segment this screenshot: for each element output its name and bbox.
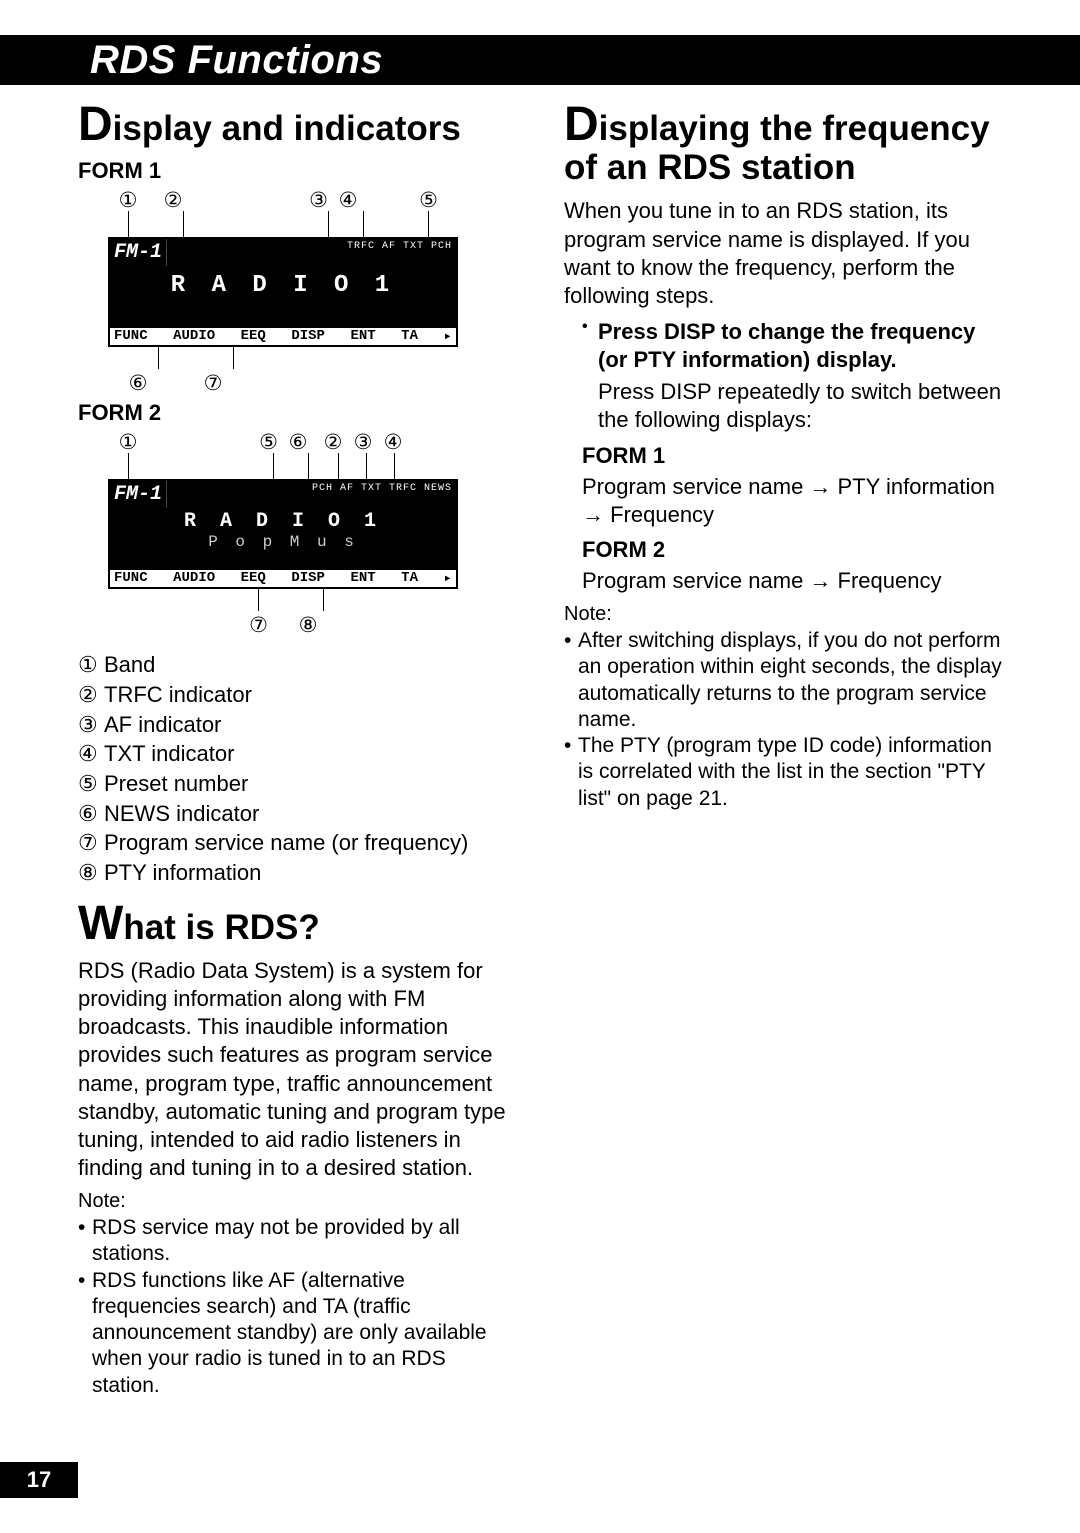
heading-displaying-frequency: Displaying the frequency of an RDS stati… [564,109,1002,187]
callout: ⑧ [278,615,338,636]
form1-label: FORM 1 [78,158,516,184]
lcd-bot: ▸ [443,570,451,587]
note-item: After switching displays, if you do not … [578,628,1002,733]
heading-what-is-rds: What is RDS? [78,908,516,947]
form2-sequence: Program service name → Frequency [582,567,1002,595]
what-is-rds-body: RDS (Radio Data System) is a system for … [78,957,516,1182]
note-item: RDS functions like AF (alternative frequ… [92,1268,516,1399]
lcd-bot: AUDIO [173,328,215,345]
lcd-bot: EEQ [241,328,266,345]
lcd-bot: TA [401,570,418,587]
heading-display-indicators: Display and indicators [78,109,516,148]
callout: ⑥ [108,373,168,394]
form1-diagram: ① ② ③ ④ ⑤ FM-1 TRFC AF TXT PCH R A D I O… [108,190,516,394]
lcd-bot: FUNC [114,328,148,345]
form2-label: FORM 2 [78,400,516,426]
legend-num: ④ [78,739,104,769]
legend-num: ⑥ [78,799,104,829]
callout: ② [318,432,348,453]
note-label: Note: [564,603,1002,626]
section-title: RDS Functions [78,35,1002,85]
legend-num: ③ [78,710,104,740]
legend-text: TRFC indicator [104,680,252,710]
legend-text: Program service name (or frequency) [104,828,468,858]
lcd-bot: ENT [350,328,375,345]
right-column: Displaying the frequency of an RDS stati… [564,109,1002,1399]
lcd-bot: DISP [291,570,325,587]
callout: ① [108,432,148,453]
callout: ⑤ [368,190,438,211]
legend-text: PTY information [104,858,261,888]
right-form2-label: FORM 2 [582,537,1002,563]
right-form1-label: FORM 1 [582,443,1002,469]
legend-num: ⑦ [78,828,104,858]
note-item: RDS service may not be provided by all s… [92,1215,516,1268]
lcd-bot: FUNC [114,570,148,587]
lcd-icons: TRFC AF TXT PCH [167,239,456,266]
form1-sequence: Program service name → PTY information →… [582,473,1002,529]
callout: ⑥ [278,432,318,453]
legend: ①Band ②TRFC indicator ③AF indicator ④TXT… [78,650,516,888]
lcd-main: R A D I O 1 [110,272,456,299]
form2-diagram: ① ⑤ ⑥ ② ③ ④ FM-1 PCH AF TXT TRFC NEWS [108,432,516,636]
left-column: Display and indicators FORM 1 ① ② ③ ④ ⑤ … [78,109,516,1399]
lcd-band: FM-1 [110,239,167,266]
lcd-band: FM-1 [110,481,167,508]
page-number: 17 [0,1462,78,1498]
callout: ⑦ [168,373,258,394]
legend-text: AF indicator [104,710,221,740]
lcd-icons: PCH AF TXT TRFC NEWS [167,481,456,508]
callout: ⑤ [148,432,278,453]
note-item: The PTY (program type ID code) informati… [578,733,1002,812]
legend-num: ⑧ [78,858,104,888]
callout: ⑦ [108,615,278,636]
note-list: •After switching displays, if you do not… [564,628,1002,812]
note-list: •RDS service may not be provided by all … [78,1215,516,1399]
lcd-bot: DISP [291,328,325,345]
legend-num: ① [78,650,104,680]
lcd-form1: FM-1 TRFC AF TXT PCH R A D I O 1 FUNC AU… [108,237,458,347]
instruction-bold: Press DISP to change the frequency (or P… [598,318,1002,374]
lcd-bot: EEQ [241,570,266,587]
callout: ④ [378,432,408,453]
note-label: Note: [78,1190,516,1213]
callout: ① [108,190,148,211]
lcd-main: R A D I O 1 [110,510,456,533]
legend-text: TXT indicator [104,739,234,769]
lcd-bot: TA [401,328,418,345]
legend-text: Band [104,650,155,680]
lcd-form2: FM-1 PCH AF TXT TRFC NEWS R A D I O 1 P … [108,479,458,589]
legend-num: ⑤ [78,769,104,799]
lcd-bot: ENT [350,570,375,587]
lcd-bot: AUDIO [173,570,215,587]
callout: ② [148,190,198,211]
legend-text: Preset number [104,769,248,799]
callout: ④ [328,190,368,211]
lcd-bot: ▸ [443,328,451,345]
instruction-body: Press DISP repeatedly to switch between … [598,378,1002,434]
intro-body: When you tune in to an RDS station, its … [564,197,1002,310]
lcd-sub: P o p M u s [110,533,456,551]
legend-num: ② [78,680,104,710]
callout: ③ [198,190,328,211]
legend-text: NEWS indicator [104,799,259,829]
callout: ③ [348,432,378,453]
